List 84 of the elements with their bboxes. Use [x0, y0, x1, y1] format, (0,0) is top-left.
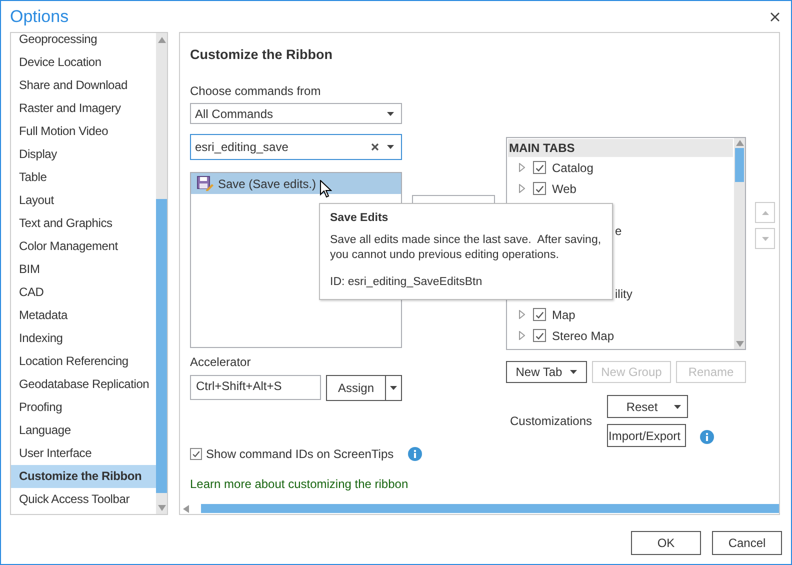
checkbox[interactable]: [533, 161, 546, 174]
tab-label[interactable]: Web: [552, 182, 576, 196]
checkbox[interactable]: [190, 448, 202, 460]
close-icon[interactable]: [770, 12, 780, 22]
sidebar-item[interactable]: Geoprocessing: [11, 33, 156, 51]
sidebar-item[interactable]: Customize the Ribbon: [11, 465, 156, 488]
info-icon[interactable]: [700, 430, 714, 444]
dropdown-button[interactable]: New Tab: [506, 361, 587, 383]
checkbox[interactable]: [533, 182, 546, 195]
tree-header: MAIN TABS: [508, 139, 733, 157]
scroll-up-icon[interactable]: [158, 37, 166, 43]
caret-icon: [390, 386, 397, 390]
sidebar-item[interactable]: Full Motion Video: [11, 120, 156, 143]
expand-icon[interactable]: [519, 163, 525, 172]
help-link[interactable]: Learn more about customizing the ribbon: [190, 477, 408, 491]
sidebar-item[interactable]: Quick Access Toolbar: [11, 488, 156, 511]
caret-icon: [570, 370, 578, 374]
up-icon: [762, 210, 768, 214]
sidebar-item[interactable]: Color Management: [11, 235, 156, 258]
sidebar-item[interactable]: Display: [11, 143, 156, 166]
sidebar-item[interactable]: Location Referencing: [11, 350, 156, 373]
tooltip-id: ID: esri_editing_SaveEditsBtn: [330, 276, 484, 288]
sidebar-item[interactable]: Proofing: [11, 396, 156, 419]
scroll-up-icon[interactable]: [736, 140, 744, 146]
sidebar-item[interactable]: Geodatabase Replication: [11, 373, 156, 396]
dialog-button[interactable]: Cancel: [712, 531, 782, 555]
move-up-button[interactable]: [755, 202, 775, 223]
tab-label[interactable]: ility: [615, 286, 632, 300]
assign-button[interactable]: Assign: [326, 375, 402, 401]
tab-label[interactable]: Catalog: [552, 160, 594, 174]
tooltip-title: Save Edits: [330, 212, 390, 224]
section-heading: Customize the Ribbon: [190, 47, 334, 64]
scroll-thumb[interactable]: [201, 504, 779, 513]
commands-dropdown[interactable]: All Commands: [190, 103, 402, 124]
sidebar-item[interactable]: Text and Graphics: [11, 212, 156, 235]
scrollbar[interactable]: [156, 33, 167, 514]
cursor-icon: [320, 180, 332, 198]
dropdown-button[interactable]: Import/Export: [607, 424, 686, 447]
command-item[interactable]: Save (Save edits.): [191, 173, 401, 194]
save-icon: [197, 176, 214, 191]
checkbox[interactable]: [533, 329, 546, 342]
sidebar-item[interactable]: CAD: [11, 281, 156, 304]
clear-icon[interactable]: [371, 143, 379, 151]
tab-label[interactable]: Stereo Map: [552, 328, 614, 342]
search-field[interactable]: esri_editing_save: [190, 134, 402, 160]
caret-icon: [674, 404, 681, 408]
sidebar-item[interactable]: Raster and Imagery: [11, 97, 156, 120]
dialog-button[interactable]: OK: [631, 531, 701, 555]
info-icon[interactable]: [408, 447, 422, 461]
sidebar-item[interactable]: User Interface: [11, 442, 156, 465]
scroll-thumb[interactable]: [735, 148, 744, 182]
tab-label[interactable]: Map: [552, 308, 576, 322]
sidebar-item[interactable]: Language: [11, 419, 156, 442]
sidebar-item[interactable]: Table: [11, 166, 156, 189]
expand-icon[interactable]: [519, 331, 525, 340]
window-title: Options: [10, 6, 69, 26]
field-label: Accelerator: [190, 355, 252, 371]
scrollbar[interactable]: [734, 138, 745, 349]
shortcut-field[interactable]: Ctrl+Shift+Alt+S: [190, 375, 321, 400]
caret-icon: [387, 112, 394, 116]
down-icon: [762, 236, 768, 240]
sidebar-item[interactable]: Layout: [11, 189, 156, 212]
tooltip-text: you cannot undo previous editing operations.: [330, 248, 559, 263]
scrollbar[interactable]: [180, 503, 779, 514]
field-label: Choose commands from: [190, 84, 322, 100]
caret-icon: [387, 145, 394, 149]
checkbox-label[interactable]: Show command IDs on ScreenTips: [206, 447, 394, 461]
sidebar-item[interactable]: Device Location: [11, 51, 156, 74]
scroll-left-icon[interactable]: [183, 504, 189, 512]
scroll-thumb[interactable]: [156, 199, 167, 493]
expand-icon[interactable]: [519, 184, 525, 193]
move-down-button[interactable]: [755, 228, 775, 249]
sidebar-item[interactable]: BIM: [11, 258, 156, 281]
expand-icon[interactable]: [519, 310, 525, 319]
field-label: Customizations: [509, 414, 594, 428]
checkbox[interactable]: [533, 308, 546, 321]
tooltip-text: Save all edits made since the last save. After saving,: [330, 233, 602, 248]
scroll-down-icon[interactable]: [736, 341, 744, 347]
sidebar-item[interactable]: Share and Download: [11, 74, 156, 97]
sidebar-item[interactable]: Indexing: [11, 327, 156, 350]
tab-label[interactable]: e: [615, 224, 622, 238]
sidebar-item[interactable]: Metadata: [11, 304, 156, 327]
dropdown-button[interactable]: Reset: [607, 395, 688, 418]
scroll-down-icon[interactable]: [158, 505, 166, 511]
